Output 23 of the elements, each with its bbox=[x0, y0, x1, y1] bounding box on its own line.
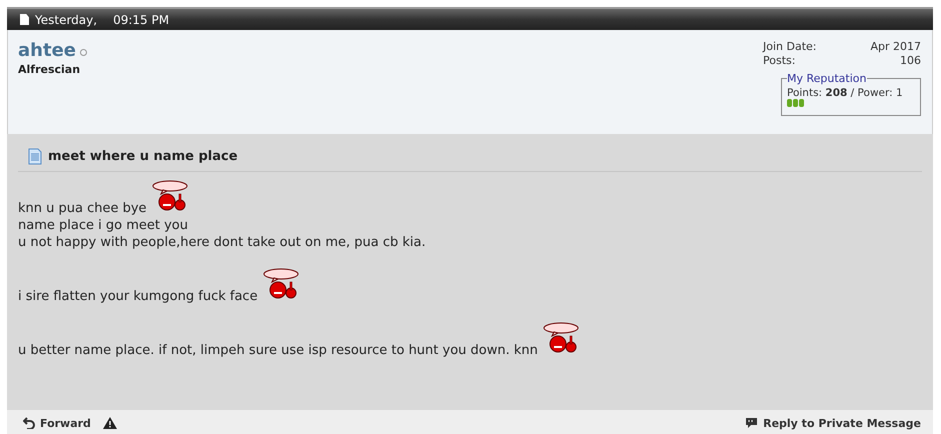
forward-arrow-icon bbox=[23, 417, 35, 429]
post-date: Yesterday, bbox=[35, 12, 98, 26]
post-time: 09:15 PM bbox=[113, 12, 170, 26]
warning-icon[interactable] bbox=[102, 417, 117, 429]
message-text: knn u pua chee bye bbox=[18, 201, 147, 216]
username-link[interactable]: ahtee bbox=[18, 40, 76, 61]
reply-private-message-link[interactable]: Reply to Private Message bbox=[745, 416, 921, 430]
message-text: name place i go meet you bbox=[18, 218, 188, 233]
forward-link[interactable]: Forward bbox=[23, 416, 91, 430]
post-title: meet where u name place bbox=[48, 149, 238, 164]
detail-label: Join Date: bbox=[763, 40, 816, 54]
message-text: u better name place. if not, limpeh sure use isp resource to hunt you down. knn bbox=[18, 343, 538, 358]
reputation-points: Points: 208 / Power: 1 bbox=[787, 87, 904, 99]
message-text: u not happy with people,here dont take out on me, pua cb kia. bbox=[18, 235, 426, 250]
detail-value: Apr 2017 bbox=[870, 40, 921, 54]
document-icon bbox=[28, 148, 42, 165]
document-icon bbox=[20, 14, 29, 25]
detail-label: Posts: bbox=[763, 54, 796, 68]
message-text: i sire flatten your kumgong fuck face bbox=[18, 289, 258, 304]
reputation-legend: My Reputation bbox=[787, 72, 866, 85]
detail-value: 106 bbox=[900, 54, 921, 68]
speech-bubble-icon bbox=[745, 417, 758, 429]
user-title: Alfrescian bbox=[18, 63, 82, 76]
